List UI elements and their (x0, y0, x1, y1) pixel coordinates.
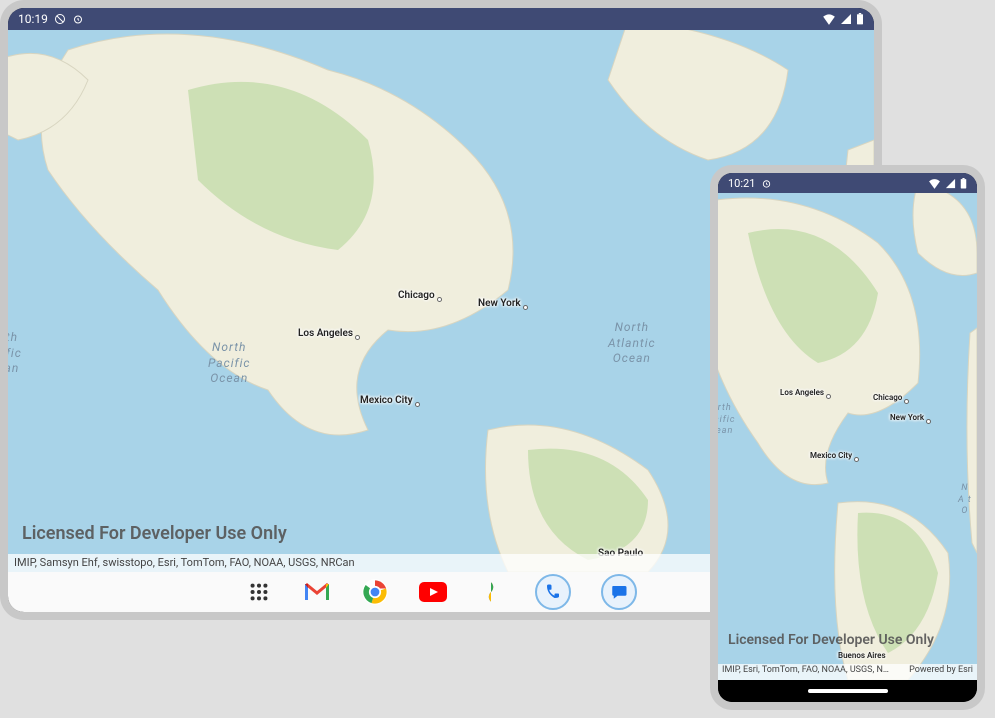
map-view[interactable]: Los Angeles Chicago New York Mexico City… (718, 193, 977, 680)
chrome-icon[interactable] (361, 578, 389, 606)
signal-icon (945, 178, 956, 189)
photos-icon[interactable] (477, 578, 505, 606)
city-label: Buenos Aires (838, 651, 886, 660)
home-indicator[interactable] (808, 689, 888, 693)
battery-icon (856, 13, 864, 25)
alarm-icon (72, 13, 84, 25)
status-time: 10:21 (728, 177, 755, 190)
wifi-icon (822, 13, 836, 25)
wifi-icon (928, 178, 941, 189)
ocean-label: th ific an (8, 330, 22, 377)
attribution-powered-by: Powered by Esri (909, 665, 973, 679)
messages-icon[interactable] (601, 574, 637, 610)
status-bar: 10:21 (718, 173, 977, 193)
battery-icon (960, 178, 967, 189)
attribution-sources: IMIP, Esri, TomTom, FAO, NOAA, USGS, N… (722, 665, 889, 679)
city-label: Los Angeles (780, 388, 831, 399)
phone-navbar (718, 680, 977, 702)
do-not-disturb-icon (54, 13, 66, 25)
ocean-label: North Atlantic Ocean (608, 320, 656, 367)
city-label: Chicago (398, 290, 442, 302)
city-label: Mexico City (810, 451, 859, 462)
gmail-icon[interactable] (303, 578, 331, 606)
ocean-label: North Pacific Ocean (208, 340, 251, 387)
phone-screen: 10:21 (718, 173, 977, 702)
city-label: Chicago (873, 393, 909, 404)
phone-device: 10:21 (710, 165, 985, 710)
youtube-icon[interactable] (419, 578, 447, 606)
status-bar: 10:19 (8, 8, 874, 30)
alarm-icon (761, 178, 772, 189)
phone-icon[interactable] (535, 574, 571, 610)
city-label: New York (478, 298, 528, 310)
license-watermark: Licensed For Developer Use Only (22, 523, 287, 544)
city-label: New York (890, 413, 931, 424)
ocean-label: N A t O (958, 483, 972, 518)
map-attribution: IMIP, Esri, TomTom, FAO, NOAA, USGS, N… … (718, 664, 977, 680)
ocean-label: rth cific ean (718, 403, 735, 438)
status-time: 10:19 (18, 12, 48, 26)
city-label: Mexico City (360, 395, 420, 407)
signal-icon (840, 13, 852, 25)
city-label: Los Angeles (298, 328, 360, 340)
apps-icon[interactable] (245, 578, 273, 606)
license-watermark: Licensed For Developer Use Only (728, 632, 934, 648)
